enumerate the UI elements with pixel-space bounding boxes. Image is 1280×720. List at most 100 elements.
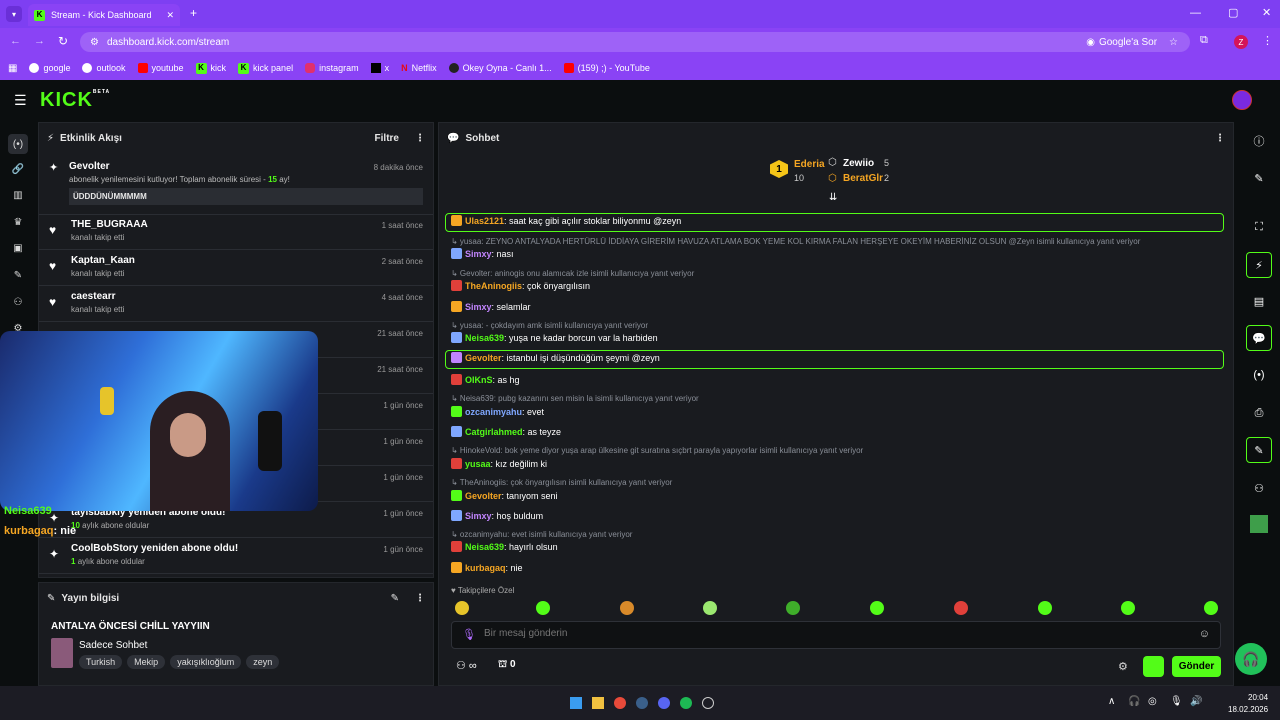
new-tab-button[interactable]: + <box>190 6 197 20</box>
edit-icon[interactable]: ✎ <box>1246 165 1272 191</box>
chat-username[interactable]: TheAninogiis <box>465 281 522 291</box>
leader-name[interactable]: Ederia <box>794 159 825 170</box>
bookmark-x[interactable]: x <box>370 63 389 73</box>
support-button[interactable]: 🎧 <box>1235 643 1267 675</box>
chat-input-box[interactable]: 🎙 ☺ <box>451 621 1221 649</box>
extensions-icon[interactable]: ⧉ <box>1200 34 1208 47</box>
bookmark-youtube-2[interactable]: (159) ;) - YouTube <box>563 63 650 73</box>
bookmark-okey[interactable]: Okey Oyna - Canlı 1... <box>448 63 552 73</box>
chat-username[interactable]: OIKnS <box>465 375 493 385</box>
chat-username[interactable]: Neisa639 <box>465 542 504 552</box>
scroll-down-icon[interactable]: ⇊ <box>829 192 837 203</box>
file-explorer-icon[interactable] <box>592 697 604 709</box>
steam-tray-icon[interactable]: ◎ <box>1148 696 1157 707</box>
clock-time[interactable]: 20:04 <box>1248 693 1268 702</box>
steam-icon[interactable] <box>636 697 648 709</box>
send-button[interactable]: Gönder <box>1172 656 1221 677</box>
activity-menu-icon[interactable]: ⋮ <box>415 133 425 144</box>
chat-input[interactable] <box>484 628 1164 639</box>
spotify-icon[interactable] <box>680 697 692 709</box>
filter-button[interactable]: Filtre <box>375 133 399 144</box>
clock-date[interactable]: 18.02.2026 <box>1228 705 1268 714</box>
emote[interactable] <box>455 601 469 615</box>
analytics-icon[interactable]: ▥ <box>10 187 26 203</box>
menu-icon[interactable]: ⋮ <box>1262 34 1273 47</box>
document-icon[interactable]: ▤ <box>1246 288 1272 314</box>
bookmark-kick[interactable]: Kkick <box>195 62 226 74</box>
bookmark-netflix[interactable]: N Netflix <box>401 63 437 73</box>
chat-username[interactable]: Simxy <box>465 249 492 259</box>
print-icon[interactable]: ⎙ <box>1246 400 1272 426</box>
google-ask-button[interactable]: ◉ Google'a Sor <box>1086 37 1157 48</box>
apps-icon[interactable]: ▦ <box>8 63 17 74</box>
reload-icon[interactable]: ↻ <box>58 34 68 48</box>
emote[interactable] <box>1121 601 1135 615</box>
tool-icon[interactable]: ✎ <box>1246 437 1272 463</box>
start-icon[interactable] <box>570 697 582 709</box>
mic-tray-icon[interactable]: 🎙 <box>1170 696 1183 707</box>
chat-username[interactable]: Gevolter <box>465 491 502 501</box>
chat-username[interactable]: Catgirlahmed <box>465 427 523 437</box>
chat-username[interactable]: Simxy <box>465 511 492 521</box>
chat-toggle-icon[interactable]: 💬 <box>1246 325 1272 351</box>
chat-username[interactable]: Ulas2121 <box>465 216 504 226</box>
close-window-icon[interactable]: ✕ <box>1262 6 1271 19</box>
tray-chevron-icon[interactable]: ∧ <box>1108 696 1115 707</box>
stream-icon[interactable]: (•) <box>8 134 28 154</box>
chat-username[interactable]: Gevolter <box>465 353 502 363</box>
wrench-icon[interactable]: ✎ <box>10 267 26 283</box>
chat-username[interactable]: Simxy <box>465 302 492 312</box>
bookmark-google[interactable]: google <box>29 63 70 73</box>
emote[interactable] <box>1204 601 1218 615</box>
bookmark-kick-panel[interactable]: Kkick panel <box>238 62 293 74</box>
emote[interactable] <box>536 601 550 615</box>
profile-avatar[interactable]: Z <box>1234 35 1248 49</box>
close-tab-icon[interactable]: ✕ <box>166 10 174 21</box>
link-icon[interactable]: 🔗 <box>10 161 26 177</box>
video-icon[interactable]: ▣ <box>10 240 26 256</box>
broadcast-icon[interactable]: (•) <box>1246 362 1272 388</box>
chat-username[interactable]: kurbagaq <box>465 563 506 573</box>
trophy-icon[interactable]: ♛ <box>10 214 26 230</box>
bookmark-youtube[interactable]: youtube <box>137 63 184 73</box>
bookmark-star-icon[interactable]: ☆ <box>1169 37 1178 48</box>
chrome-icon[interactable] <box>614 697 626 709</box>
chat-settings-icon[interactable]: ⚙ <box>1118 660 1128 673</box>
tab-list-button[interactable]: ▾ <box>6 6 22 22</box>
app-icon[interactable] <box>702 697 714 709</box>
kick-emote-button[interactable] <box>1143 656 1164 677</box>
hamburger-icon[interactable]: ☰ <box>14 92 27 109</box>
edit-icon[interactable]: ✎ <box>391 593 399 604</box>
emote[interactable] <box>870 601 884 615</box>
info-icon[interactable]: ⓘ <box>1246 128 1272 154</box>
chat-username[interactable]: yusaa <box>465 459 491 469</box>
crop-icon[interactable]: ⛶ <box>1246 214 1272 240</box>
site-info-icon[interactable]: ⚙ <box>90 37 99 48</box>
emote[interactable] <box>703 601 717 615</box>
users-icon[interactable]: ⚇ <box>10 294 26 310</box>
emote[interactable] <box>786 601 800 615</box>
chat-username[interactable]: ozcanimyahu <box>465 407 522 417</box>
emote[interactable] <box>954 601 968 615</box>
address-bar[interactable]: ⚙ dashboard.kick.com/stream ◉ Google'a S… <box>80 32 1190 52</box>
bookmark-outlook[interactable]: outlook <box>82 63 126 73</box>
leader-name[interactable]: Zewiio <box>843 158 874 169</box>
browser-tab[interactable]: K Stream - Kick Dashboard ✕ <box>28 4 180 26</box>
kick-logo[interactable]: KICKBETA <box>40 89 110 112</box>
microphone-icon[interactable]: 🎙 <box>462 628 476 641</box>
bolt-icon[interactable]: ⚡ <box>1246 252 1272 278</box>
emote[interactable] <box>1038 601 1052 615</box>
emote[interactable] <box>620 601 634 615</box>
leader-name[interactable]: BeratGlr <box>843 173 883 184</box>
volume-icon[interactable]: 🔊 <box>1190 696 1202 707</box>
maximize-icon[interactable]: ▢ <box>1228 6 1238 19</box>
minimize-icon[interactable]: — <box>1190 7 1201 19</box>
headset-icon[interactable]: 🎧 <box>1128 696 1140 707</box>
stream-info-menu-icon[interactable]: ⋮ <box>415 593 425 604</box>
chat-username[interactable]: Neisa639 <box>465 333 504 343</box>
back-icon[interactable]: ← <box>10 35 21 47</box>
bookmark-instagram[interactable]: instagram <box>305 63 359 73</box>
forward-icon[interactable]: → <box>34 35 45 47</box>
emoji-icon[interactable]: ☺ <box>1199 628 1210 640</box>
discord-icon[interactable] <box>658 697 670 709</box>
